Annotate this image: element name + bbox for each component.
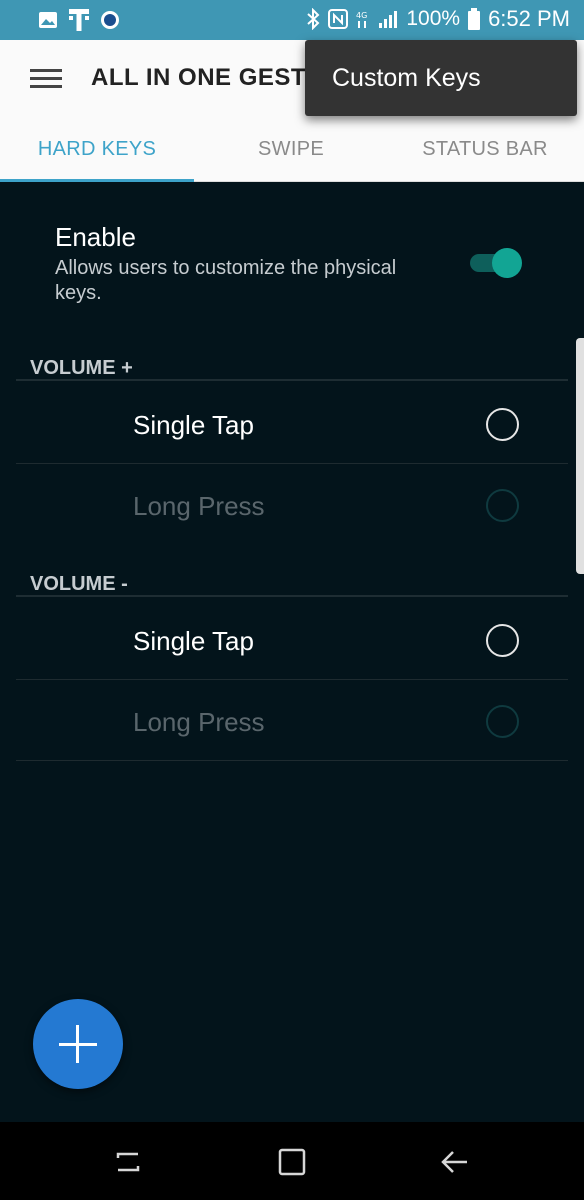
menu-item-custom-keys[interactable]: Custom Keys [332,64,481,93]
status-bar: 4G 100% 6:52 PM [0,0,584,40]
enable-title: Enable [55,222,136,252]
row-volume-down-single-tap[interactable]: Single Tap [16,600,568,680]
enable-description: Allows users to customize the physical k… [55,257,397,304]
status-left-icons [38,7,120,33]
nfc-icon [328,9,349,29]
section-divider [16,379,568,381]
hard-keys-content: Enable Allows users to customize the phy… [0,182,584,1122]
section-header-volume-up: VOLUME + [30,357,133,379]
lte-icon: 4G [356,11,368,28]
scrollbar-handle[interactable] [576,338,584,574]
tab-hard-keys[interactable]: HARD KEYS [0,138,194,161]
bluetooth-icon [307,8,320,30]
radio-button[interactable] [486,489,519,522]
overflow-popup-menu: Custom Keys [305,40,577,116]
signal-icon [379,11,398,28]
radio-button[interactable] [486,624,519,657]
navigation-bar [0,1122,584,1200]
row-label: Single Tap [133,410,254,440]
svg-text:4G: 4G [356,11,367,20]
toggle-thumb [492,248,522,278]
battery-percent: 100% [406,7,461,30]
tab-bar: HARD KEYS SWIPE STATUS BAR [0,116,584,182]
battery-icon [468,8,481,30]
row-divider [16,463,568,464]
back-icon[interactable] [437,1144,473,1180]
radio-button[interactable] [486,705,519,738]
gallery-icon [39,12,57,28]
enable-toggle[interactable] [470,246,524,280]
radio-button[interactable] [486,408,519,441]
row-divider [16,679,568,680]
row-divider [16,760,568,761]
row-volume-down-long-press[interactable]: Long Press [16,681,568,761]
row-label: Long Press [133,491,265,521]
status-right-icons: 4G 100% 6:52 PM [306,6,570,32]
tmobile-icon [69,9,89,31]
row-volume-up-single-tap[interactable]: Single Tap [16,384,568,464]
row-volume-up-long-press[interactable]: Long Press [16,465,568,545]
tab-swipe[interactable]: SWIPE [194,138,388,161]
add-button[interactable] [33,999,123,1089]
app-notification-icon [101,11,119,29]
home-icon[interactable] [274,1144,310,1180]
status-time: 6:52 PM [488,6,570,31]
row-label: Single Tap [133,626,254,656]
section-header-volume-down: VOLUME - [30,573,128,595]
tab-status-bar[interactable]: STATUS BAR [388,138,582,161]
row-label: Long Press [133,707,265,737]
recents-icon[interactable] [110,1144,146,1180]
hamburger-menu-icon[interactable] [28,64,64,92]
section-divider [16,595,568,597]
